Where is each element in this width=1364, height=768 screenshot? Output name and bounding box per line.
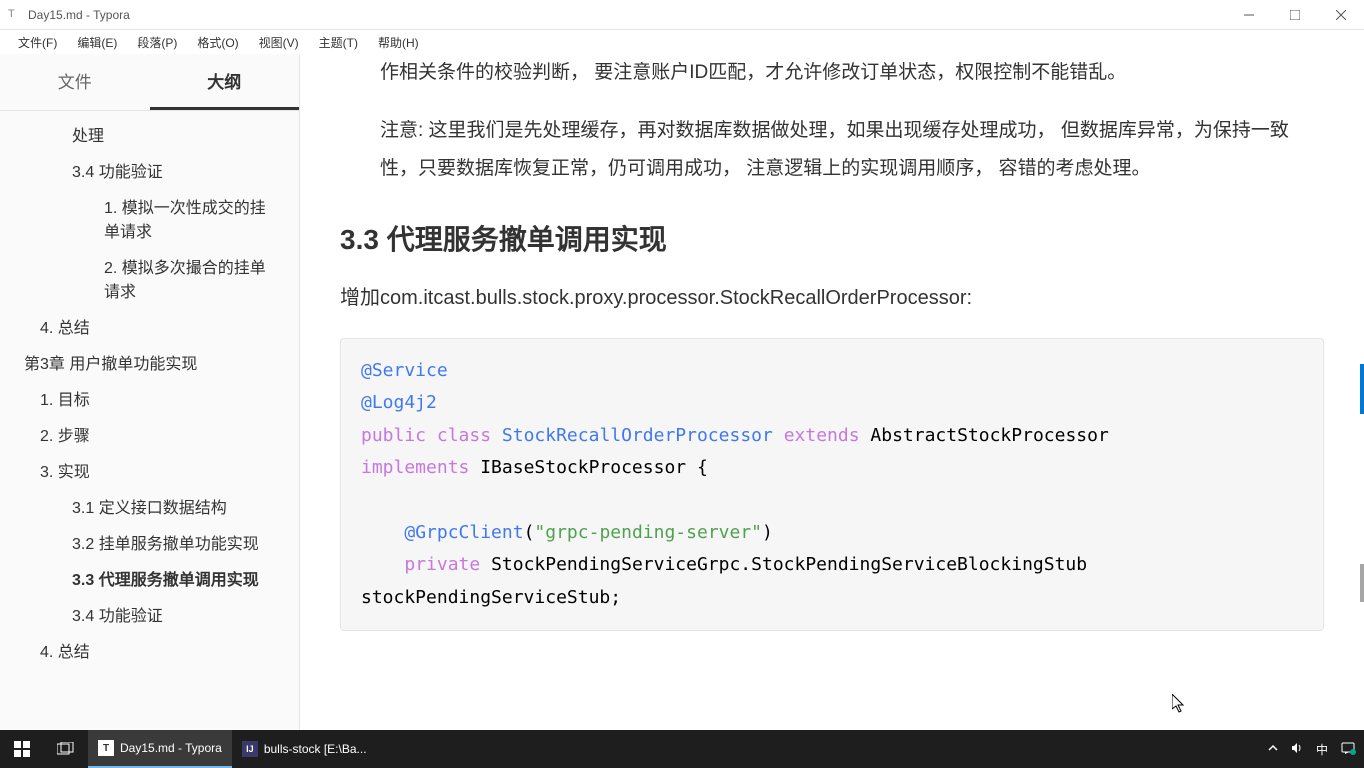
outline-item[interactable]: 3.4 功能验证 bbox=[0, 599, 299, 635]
code-annotation: @GrpcClient bbox=[404, 522, 523, 543]
close-button[interactable] bbox=[1318, 0, 1364, 30]
code-keyword: implements bbox=[361, 457, 469, 478]
menu-file[interactable]: 文件(F) bbox=[8, 32, 67, 53]
sidebar: 文件 大纲 处理3.4 功能验证1. 模拟一次性成交的挂单请求2. 模拟多次撮合… bbox=[0, 54, 300, 730]
menubar: 文件(F) 编辑(E) 段落(P) 格式(O) 视图(V) 主题(T) 帮助(H… bbox=[0, 30, 1364, 54]
taskbar-item-typora[interactable]: T Day15.md - Typora bbox=[88, 730, 232, 768]
tab-file[interactable]: 文件 bbox=[0, 54, 150, 110]
outline-item[interactable]: 3.2 挂单服务撤单功能实现 bbox=[0, 527, 299, 563]
outline-item[interactable]: 3.4 功能验证 bbox=[0, 155, 299, 191]
outline-item[interactable]: 2. 模拟多次撮合的挂单请求 bbox=[0, 251, 299, 311]
outline-item[interactable]: 1. 目标 bbox=[0, 383, 299, 419]
code-keyword: private bbox=[404, 554, 480, 575]
taskbar-label: Day15.md - Typora bbox=[120, 741, 222, 755]
heading-2[interactable]: 3.3 代理服务撤单调用实现 bbox=[340, 218, 1324, 258]
tray-chevron-icon[interactable] bbox=[1268, 742, 1278, 756]
outline-item[interactable]: 3.1 定义接口数据结构 bbox=[0, 491, 299, 527]
tray-volume-icon[interactable] bbox=[1290, 741, 1304, 758]
code-keyword: public bbox=[361, 425, 426, 446]
menu-format[interactable]: 格式(O) bbox=[187, 32, 248, 53]
tab-outline[interactable]: 大纲 bbox=[150, 54, 300, 110]
idea-icon: IJ bbox=[242, 741, 258, 757]
menu-theme[interactable]: 主题(T) bbox=[309, 32, 368, 53]
menu-help[interactable]: 帮助(H) bbox=[368, 32, 429, 53]
outline-item[interactable]: 处理 bbox=[0, 119, 299, 155]
menu-view[interactable]: 视图(V) bbox=[249, 32, 309, 53]
taskbar-item-idea[interactable]: IJ bulls-stock [E:\Ba... bbox=[232, 730, 377, 768]
outline-item[interactable]: 4. 总结 bbox=[0, 635, 299, 671]
taskbar-label: bulls-stock [E:\Ba... bbox=[264, 742, 367, 756]
window-title: Day15.md - Typora bbox=[28, 8, 1226, 22]
tray-notification-icon[interactable] bbox=[1340, 740, 1356, 759]
code-text: ( bbox=[524, 522, 535, 543]
code-text: ) bbox=[762, 522, 773, 543]
outline-item[interactable]: 第3章 用户撤单功能实现 bbox=[0, 347, 299, 383]
outline-list: 处理3.4 功能验证1. 模拟一次性成交的挂单请求2. 模拟多次撮合的挂单请求4… bbox=[0, 111, 299, 730]
code-text: StockPendingServiceGrpc.StockPendingServ… bbox=[491, 554, 1087, 575]
minimize-button[interactable] bbox=[1226, 0, 1272, 30]
code-text: { bbox=[686, 457, 708, 478]
taskbar: T Day15.md - Typora IJ bulls-stock [E:\B… bbox=[0, 730, 1364, 768]
maximize-button[interactable] bbox=[1272, 0, 1318, 30]
paragraph[interactable]: 注意: 这里我们是先处理缓存，再对数据库数据做处理，如果出现缓存处理成功， 但数… bbox=[380, 112, 1324, 188]
outline-item[interactable]: 4. 总结 bbox=[0, 311, 299, 347]
code-block[interactable]: @Service @Log4j2 public class StockRecal… bbox=[340, 338, 1324, 631]
code-text: AbstractStockProcessor bbox=[870, 425, 1108, 446]
outline-item[interactable]: 2. 步骤 bbox=[0, 419, 299, 455]
code-string: "grpc-pending-server" bbox=[534, 522, 762, 543]
scrollbar-thumb[interactable] bbox=[1360, 564, 1364, 602]
outline-item[interactable]: 1. 模拟一次性成交的挂单请求 bbox=[0, 191, 299, 251]
code-class: StockRecallOrderProcessor bbox=[502, 425, 773, 446]
paragraph[interactable]: 增加com.itcast.bulls.stock.proxy.processor… bbox=[340, 278, 1324, 318]
menu-edit[interactable]: 编辑(E) bbox=[67, 32, 127, 53]
document-content[interactable]: 作相关条件的校验判断， 要注意账户ID匹配，才允许修改订单状态，权限控制不能错乱… bbox=[300, 54, 1364, 730]
outline-item[interactable]: 3.3 代理服务撤单调用实现 bbox=[0, 563, 299, 599]
paragraph[interactable]: 作相关条件的校验判断， 要注意账户ID匹配，才允许修改订单状态，权限控制不能错乱… bbox=[380, 54, 1324, 92]
app-icon: T bbox=[8, 8, 22, 22]
code-text: stockPendingServiceStub; bbox=[361, 587, 621, 608]
window-controls bbox=[1226, 0, 1364, 30]
code-text: IBaseStockProcessor bbox=[480, 457, 686, 478]
code-annotation: @Log4j2 bbox=[361, 392, 437, 413]
menu-paragraph[interactable]: 段落(P) bbox=[127, 32, 187, 53]
sidebar-tabs: 文件 大纲 bbox=[0, 54, 299, 111]
titlebar: T Day15.md - Typora bbox=[0, 0, 1364, 30]
start-button[interactable] bbox=[0, 730, 44, 768]
editor[interactable]: 作相关条件的校验判断， 要注意账户ID匹配，才允许修改订单状态，权限控制不能错乱… bbox=[300, 54, 1364, 730]
tray-ime[interactable]: 中 bbox=[1316, 741, 1328, 758]
typora-icon: T bbox=[98, 740, 114, 756]
code-annotation: @Service bbox=[361, 360, 448, 381]
scrollbar-accent[interactable] bbox=[1360, 364, 1364, 414]
code-keyword: class bbox=[437, 425, 491, 446]
outline-item[interactable]: 3. 实现 bbox=[0, 455, 299, 491]
code-keyword: extends bbox=[784, 425, 860, 446]
task-view-icon[interactable] bbox=[44, 730, 88, 768]
